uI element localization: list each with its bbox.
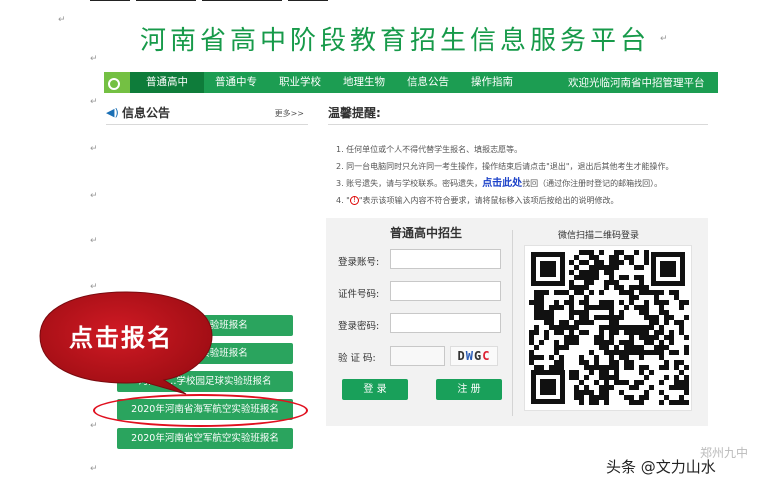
tips-list: 1. 任何单位或个人不得代替学生报名、填报志愿等。 2. 同一台电脑同时只允许同… bbox=[336, 141, 716, 209]
captcha-label: 验 证 码: bbox=[338, 353, 376, 364]
qr-code-icon bbox=[529, 250, 689, 405]
airforce-aviation-signup-button[interactable]: 2020年河南省空军航空实验班报名 bbox=[117, 428, 293, 449]
account-input[interactable] bbox=[390, 249, 501, 269]
recover-password-link[interactable]: 点击此处 bbox=[482, 178, 522, 189]
nav-item-vocational[interactable]: 职业学校 bbox=[268, 72, 332, 93]
speaker-icon: ◀) bbox=[106, 106, 119, 119]
password-label: 登录密码: bbox=[338, 321, 380, 332]
nav-item-general-high-school[interactable]: 普通高中 bbox=[130, 72, 204, 93]
login-title: 普通高中招生 bbox=[390, 226, 463, 240]
captcha-char: W bbox=[465, 349, 474, 363]
qr-code bbox=[524, 245, 692, 411]
highlight-ellipse bbox=[93, 394, 308, 427]
news-title: 信息公告 bbox=[122, 106, 171, 120]
panel-divider bbox=[512, 230, 513, 416]
return-mark: ↵ bbox=[90, 144, 98, 154]
tips-title: 温馨提醒: bbox=[328, 106, 381, 120]
return-mark: ↵ bbox=[90, 236, 98, 246]
tip-text: 3. 账号遗失，请与学校联系。密码遗失， bbox=[336, 179, 483, 188]
nav-item-general-secondary[interactable]: 普通中专 bbox=[204, 72, 268, 93]
cropped-top-text bbox=[90, 0, 340, 2]
callout-text: 点击报名 bbox=[69, 324, 173, 352]
qr-title: 微信扫描二维码登录 bbox=[558, 231, 640, 241]
return-mark: ↵ bbox=[90, 464, 98, 474]
id-label: 证件号码: bbox=[338, 289, 380, 300]
account-label: 登录账号: bbox=[338, 257, 380, 268]
site-title: 河南省高中阶段教育招生信息服务平台 bbox=[140, 26, 651, 56]
warning-icon: ! bbox=[349, 196, 359, 205]
tip-text: 4. " bbox=[336, 196, 350, 205]
tip-item: 2. 同一台电脑同时只允许同一考生操作，操作结束后请点击"退出"，退出后其他考生… bbox=[336, 162, 674, 171]
return-mark: ↵ bbox=[90, 97, 98, 107]
return-mark: ↵ bbox=[58, 15, 66, 25]
captcha-image[interactable]: DWGC bbox=[450, 346, 498, 366]
welcome-text: 欢迎光临河南省中招管理平台 bbox=[568, 77, 705, 89]
password-input[interactable] bbox=[390, 313, 501, 333]
tip-item: 1. 任何单位或个人不得代替学生报名、填报志愿等。 bbox=[336, 145, 523, 154]
main-nav: 普通高中 普通中专 职业学校 地理生物 信息公告 操作指南 欢迎光临河南省中招管… bbox=[104, 72, 718, 93]
captcha-char: C bbox=[482, 349, 491, 363]
id-number-input[interactable] bbox=[390, 281, 501, 301]
logo-icon bbox=[104, 72, 130, 93]
captcha-char: G bbox=[474, 349, 483, 363]
nav-item-announcements[interactable]: 信息公告 bbox=[396, 72, 460, 93]
tips-header: 温馨提醒: bbox=[328, 101, 708, 125]
watermark: 头条 @文力山水 bbox=[606, 458, 716, 476]
login-button[interactable]: 登 录 bbox=[342, 379, 408, 400]
return-mark: ↵ bbox=[90, 54, 98, 64]
tip-item: 3. 账号遗失，请与学校联系。密码遗失，点击此处找回（通过你注册时登记的邮箱找回… bbox=[336, 175, 716, 192]
return-mark: ↵ bbox=[90, 421, 98, 431]
captcha-input[interactable] bbox=[390, 346, 445, 366]
register-button[interactable]: 注 册 bbox=[436, 379, 502, 400]
nav-item-guide[interactable]: 操作指南 bbox=[460, 72, 524, 93]
return-mark: ↵ bbox=[90, 191, 98, 201]
nav-item-geo-bio[interactable]: 地理生物 bbox=[332, 72, 396, 93]
tip-text: "表示该项输入内容不符合要求，请将鼠标移入该项后按给出的说明修改。 bbox=[358, 196, 619, 205]
news-header: ◀) 信息公告 更多>> bbox=[106, 101, 308, 125]
tip-text: 找回（通过你注册时登记的邮箱找回）。 bbox=[522, 179, 663, 188]
login-panel: 普通高中招生 登录账号: 证件号码: 登录密码: 验 证 码: DWGC 登 录… bbox=[326, 218, 708, 426]
more-link[interactable]: 更多>> bbox=[275, 108, 304, 119]
tip-item: 4. "! "表示该项输入内容不符合要求，请将鼠标移入该项后按给出的说明修改。 bbox=[336, 192, 716, 209]
captcha-char: D bbox=[457, 349, 466, 363]
